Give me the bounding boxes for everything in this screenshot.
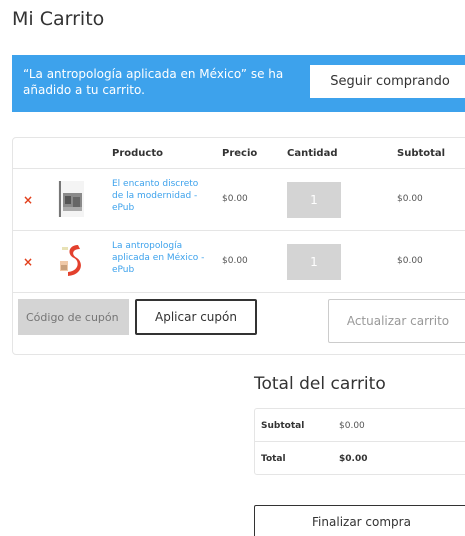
table-header: Producto Precio Cantidad Subtotal — [13, 138, 465, 169]
subtotal-label: Subtotal — [261, 421, 305, 431]
coupon-code-input[interactable] — [18, 299, 129, 335]
table-row: × El encanto discreto de la modernidad -… — [13, 169, 465, 231]
apply-coupon-button[interactable]: Aplicar cupón — [135, 299, 257, 335]
totals-row-subtotal: Subtotal $0.00 — [255, 409, 465, 442]
item-price: $0.00 — [222, 256, 248, 266]
cart-table: Producto Precio Cantidad Subtotal × El e… — [12, 137, 465, 355]
quantity-input[interactable] — [287, 182, 341, 218]
quantity-input[interactable] — [287, 244, 341, 280]
item-subtotal: $0.00 — [397, 256, 423, 266]
product-link[interactable]: La antropología aplicada en México - ePu… — [112, 240, 210, 276]
column-header-quantity: Cantidad — [287, 148, 338, 159]
column-header-subtotal: Subtotal — [397, 148, 446, 159]
product-link[interactable]: El encanto discreto de la modernidad - e… — [112, 178, 210, 214]
continue-shopping-button[interactable]: Seguir comprando — [310, 65, 465, 98]
remove-item-icon[interactable]: × — [23, 193, 33, 207]
totals-row-total: Total $0.00 — [255, 442, 465, 475]
cart-totals-table: Subtotal $0.00 Total $0.00 — [254, 408, 465, 475]
product-thumbnail[interactable] — [58, 243, 84, 279]
checkout-button[interactable]: Finalizar compra — [254, 505, 465, 536]
item-subtotal: $0.00 — [397, 194, 423, 204]
notice-message: “La antropología aplicada en México” se … — [23, 67, 284, 97]
column-header-price: Precio — [222, 148, 258, 159]
remove-item-icon[interactable]: × — [23, 255, 33, 269]
subtotal-value: $0.00 — [339, 421, 365, 431]
column-header-product: Producto — [112, 148, 163, 159]
product-thumbnail[interactable] — [58, 181, 84, 217]
cart-totals-title: Total del carrito — [254, 374, 386, 394]
page-title: Mi Carrito — [12, 8, 105, 30]
cart-notice: “La antropología aplicada en México” se … — [12, 55, 465, 112]
table-row: × La antropología aplicada en México - e… — [13, 231, 465, 293]
total-label: Total — [261, 454, 286, 464]
item-price: $0.00 — [222, 194, 248, 204]
total-value: $0.00 — [339, 454, 368, 464]
update-cart-button[interactable]: Actualizar carrito — [328, 299, 465, 343]
